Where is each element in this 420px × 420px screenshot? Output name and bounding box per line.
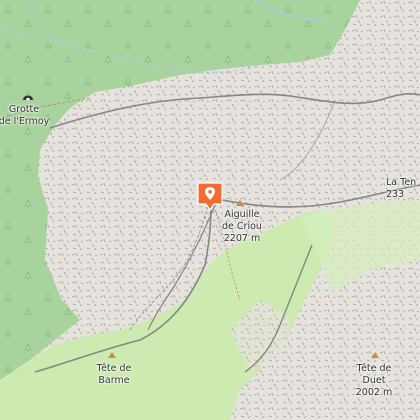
place-label-grotte: Grotte de l'Ermoy — [0, 104, 50, 127]
map-view[interactable]: Grotte de l'Ermoy Aiguille de Criou 2207… — [0, 0, 420, 420]
place-label-tete-duet: Tête de Duet 2002 m — [355, 363, 393, 398]
peak-icon — [371, 352, 379, 358]
peak-icon — [108, 352, 116, 358]
place-label-la-tenneverge: La Ten 233 — [386, 177, 417, 200]
location-pin-icon[interactable] — [196, 182, 224, 212]
peak-icon — [236, 200, 244, 206]
place-label-tete-barme: Tête de Barme — [96, 363, 132, 386]
place-label-aiguille: Aiguille de Criou 2207 m — [222, 209, 262, 244]
